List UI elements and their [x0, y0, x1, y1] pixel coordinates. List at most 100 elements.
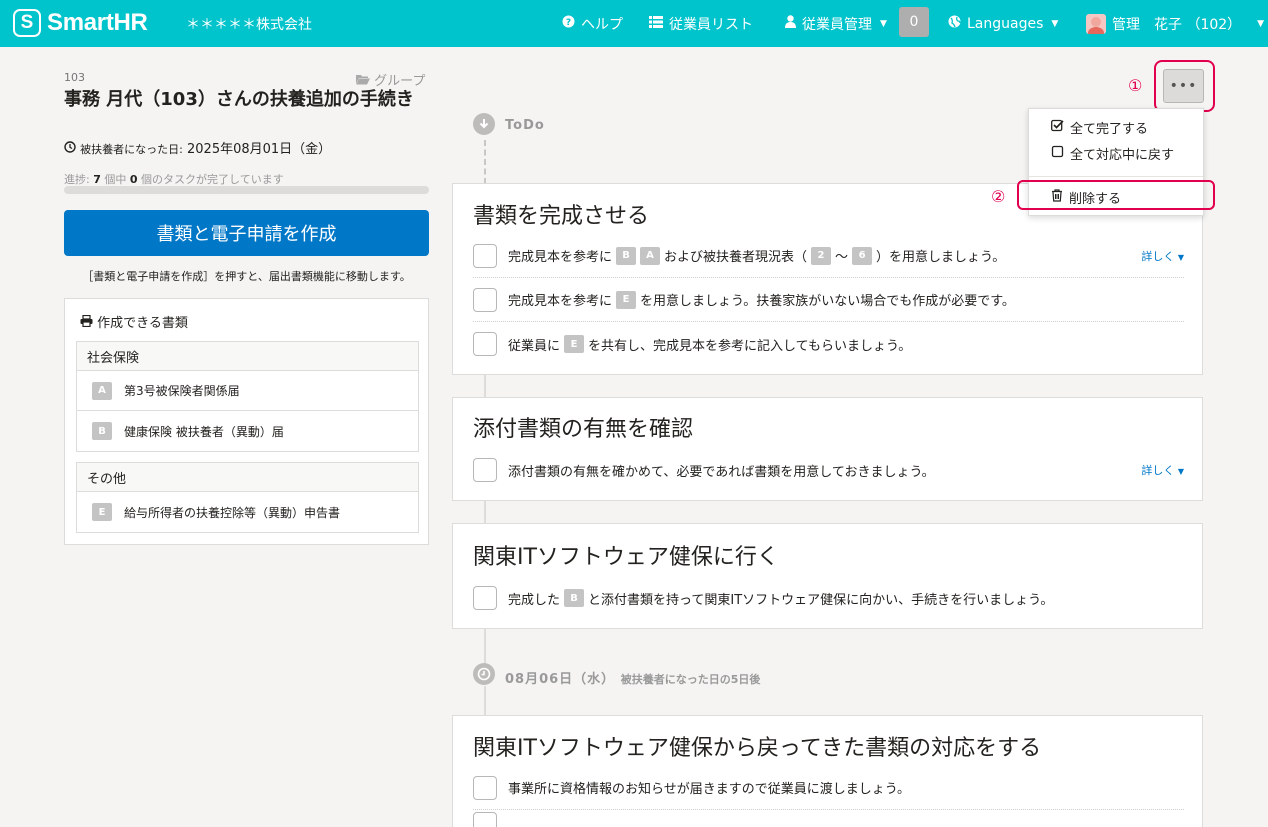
clock-icon — [64, 141, 80, 157]
progress-done: 0 — [129, 173, 138, 186]
menu-item-complete-all[interactable]: 全て完了する — [1051, 118, 1148, 137]
available-documents-title: 作成できる書類 — [80, 312, 188, 331]
chevron-down-icon: ▼ — [1177, 252, 1184, 262]
user-name: 管理 花子 （102） — [1112, 16, 1242, 33]
details-link[interactable]: 詳しく ▼ — [1141, 248, 1184, 264]
task-card-title: 関東ITソフトウェア健保に行く — [473, 545, 779, 570]
doc-group-header: 社会保険 — [77, 342, 418, 371]
task-checkbox[interactable] — [473, 458, 497, 482]
task-card: 関東ITソフトウェア健保に行く 完成した B と添付書類を持って関東ITソフトウ… — [452, 523, 1203, 629]
dependent-date-label: 被扶養者になった日: — [80, 143, 183, 156]
details-label: 詳しく — [1141, 464, 1175, 477]
task-item: 事業所に資格情報のお知らせが届きますので従業員に渡しましょう。 — [473, 766, 1184, 810]
menu-item-revert-all[interactable]: 全て対応中に戻す — [1051, 144, 1174, 163]
company-name: ＊＊＊＊＊株式会社 — [186, 17, 312, 33]
progress-suffix: 個のタスクが完了しています — [141, 173, 284, 186]
chevron-down-icon: ▼ — [1257, 18, 1265, 29]
svg-text:?: ? — [566, 18, 571, 28]
timeline-connector — [484, 628, 486, 664]
progress-bar — [64, 186, 429, 194]
task-item: 添付書類の有無を確かめて、必要であれば書類を用意しておきましょう。 詳しく ▼ — [473, 448, 1184, 492]
nav-employee-list-label: 従業員リスト — [669, 16, 753, 33]
create-documents-button[interactable]: 書類と電子申請を作成 — [64, 210, 429, 256]
task-text: 完成見本を参考に — [508, 294, 613, 309]
task-text: および被扶養者現況表（ — [664, 250, 808, 265]
task-card-title: 添付書類の有無を確認 — [473, 417, 694, 442]
list-icon — [649, 15, 663, 32]
procedure-number: 103 — [64, 71, 85, 84]
logo-text: SmartHR — [47, 9, 148, 36]
task-item: 完成した B と添付書類を持って関東ITソフトウェア健保に向かい、手続きを行いま… — [473, 576, 1184, 620]
timeline-todo-label: ToDo — [505, 118, 545, 133]
create-note: ［書類と電子申請を作成］を押すと、届出書類機能に移動します。 — [82, 270, 411, 283]
doc-group-social-insurance: 社会保険 A 第3号被保険者関係届 B 健康保険 被扶養者（異動）届 — [76, 341, 419, 452]
task-checkbox[interactable] — [473, 332, 497, 356]
dependent-date: 被扶養者になった日: 2025年08月01日（金） — [64, 138, 331, 157]
available-documents-label: 作成できる書類 — [97, 316, 188, 331]
progress-total: 7 — [93, 173, 101, 186]
doc-item-label: 健康保険 被扶養者（異動）届 — [124, 424, 284, 439]
doc-item[interactable]: A 第3号被保険者関係届 — [77, 371, 418, 411]
menu-item-label: 全て完了する — [1070, 122, 1149, 137]
logo-mark: S — [13, 9, 41, 37]
task-text: 従業員に — [508, 338, 561, 354]
task-text: 添付書類の有無を確かめて、必要であれば書類を用意しておきましょう。 — [508, 464, 935, 480]
task-card: 関東ITソフトウェア健保から戻ってきた書類の対応をする 事業所に資格情報のお知ら… — [452, 715, 1203, 827]
task-card-title: 関東ITソフトウェア健保から戻ってきた書類の対応をする — [473, 736, 1042, 761]
group-link[interactable]: グループ — [356, 70, 425, 89]
nav-help[interactable]: ? ヘルプ — [562, 0, 623, 47]
doc-number-badge: 6 — [852, 246, 873, 265]
annotation-highlight-2 — [1017, 180, 1215, 210]
dependent-date-value: 2025年08月01日（金） — [187, 142, 332, 157]
chevron-down-icon: ▼ — [880, 18, 887, 29]
annotation-number-2: ② — [991, 187, 1006, 206]
nav-languages[interactable]: Languages ▼ — [948, 0, 1058, 47]
timeline-connector — [484, 500, 486, 524]
doc-item-label: 給与所得者の扶養控除等（異動）申告書 — [124, 505, 341, 520]
nav-employee-list[interactable]: 従業員リスト — [649, 0, 753, 47]
nav-help-label: ヘルプ — [581, 16, 623, 33]
task-text: 事業所に資格情報のお知らせが届きますので従業員に渡しましょう。 — [508, 782, 910, 797]
doc-number-badge: 2 — [811, 246, 832, 265]
smarthr-logo[interactable]: S SmartHR — [13, 9, 148, 37]
available-documents-panel: 作成できる書類 社会保険 A 第3号被保険者関係届 B 健康保険 被扶養者（異動… — [64, 298, 429, 545]
nav-employee-management-label: 従業員管理 — [802, 16, 872, 33]
task-checkbox[interactable] — [473, 586, 497, 610]
task-checkbox[interactable] — [473, 812, 497, 827]
task-item: 完成見本を参考に E を用意しましょう。扶養家族がいない場合でも作成が必要です。 — [473, 278, 1184, 322]
progress-mid: 個中 — [104, 173, 127, 186]
task-checkbox[interactable] — [473, 287, 497, 312]
globe-icon — [948, 15, 961, 32]
menu-item-label: 全て対応中に戻す — [1070, 148, 1175, 163]
notification-count-badge[interactable]: 0 — [899, 7, 929, 37]
task-text: と添付書類を持って関東ITソフトウェア健保に向かい、手続きを行いましょう。 — [588, 592, 1054, 608]
task-text: ）を用意しましょう。 — [876, 250, 1006, 265]
doc-item[interactable]: B 健康保険 被扶養者（異動）届 — [77, 411, 418, 451]
nav-languages-label: Languages — [967, 15, 1044, 32]
doc-group-header: その他 — [77, 463, 418, 492]
progress-text: 進捗: 7 個中 0 個のタスクが完了しています — [64, 171, 284, 187]
doc-item[interactable]: E 給与所得者の扶養控除等（異動）申告書 — [77, 492, 418, 532]
details-label: 詳しく — [1141, 249, 1175, 263]
annotation-number-1: ① — [1128, 76, 1143, 95]
doc-letter-badge: B — [564, 589, 585, 607]
task-checkbox[interactable] — [473, 243, 497, 268]
doc-letter-badge: A — [92, 381, 112, 400]
square-icon — [1051, 145, 1064, 162]
task-checkbox[interactable] — [473, 775, 497, 800]
doc-letter-badge: A — [640, 246, 661, 265]
details-link[interactable]: 詳しく ▼ — [1141, 462, 1184, 478]
timeline-connector — [484, 686, 486, 716]
task-item — [473, 812, 1184, 827]
doc-group-other: その他 E 給与所得者の扶養控除等（異動）申告書 — [76, 462, 419, 533]
task-text: を用意しましょう。扶養家族がいない場合でも作成が必要です。 — [640, 294, 1015, 309]
timeline-connector — [484, 140, 486, 184]
task-item: 従業員に E を共有し、完成見本を参考に記入してもらいましょう。 — [473, 322, 1184, 366]
nav-user-menu[interactable]: 管理 花子 （102） ▼ — [1086, 0, 1264, 47]
nav-employee-management[interactable]: 従業員管理 ▼ — [785, 0, 887, 47]
chevron-down-icon: ▼ — [1051, 18, 1059, 29]
check-square-icon — [1051, 119, 1064, 136]
arrow-down-circle-icon — [473, 113, 495, 135]
doc-letter-badge: B — [616, 246, 637, 265]
timeline-date-label: 08月06日（水） 被扶養者になった日の5日後 — [505, 668, 760, 687]
